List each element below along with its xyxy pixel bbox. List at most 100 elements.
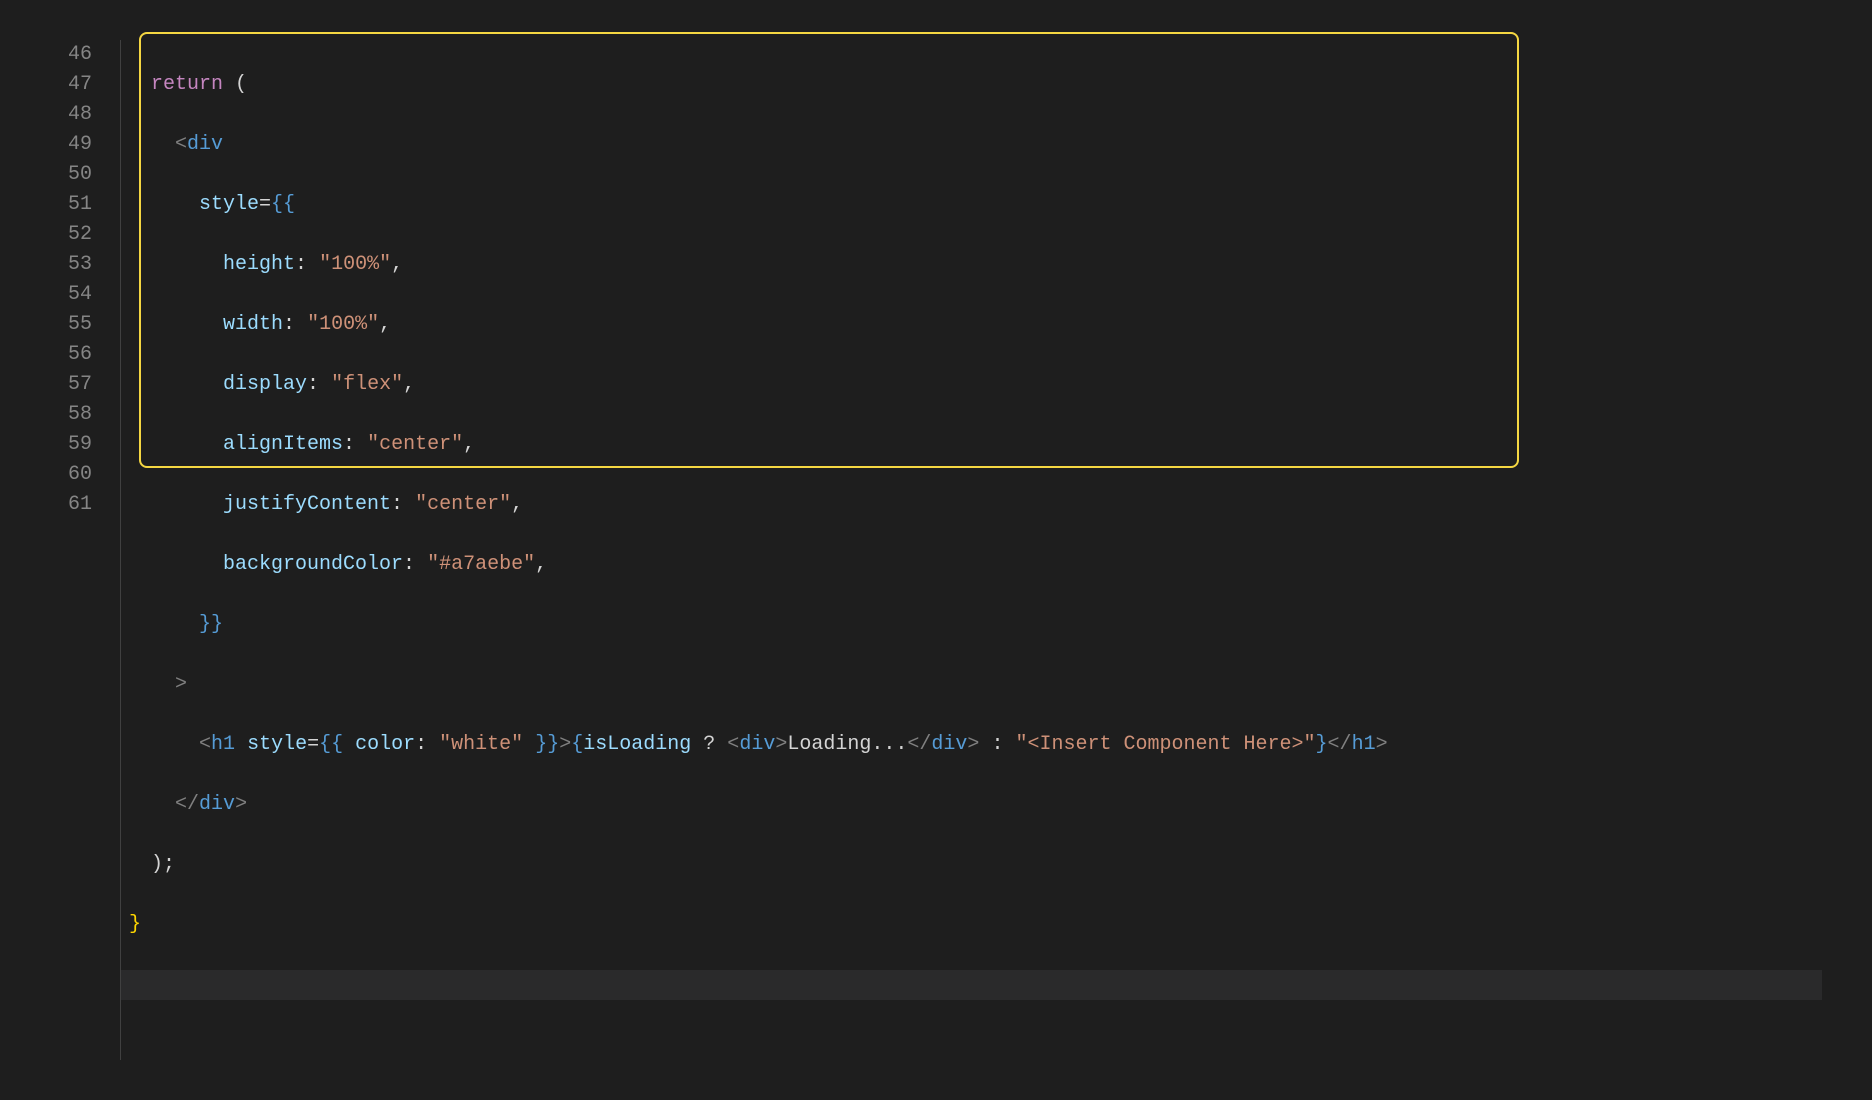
indent xyxy=(151,193,199,216)
line-number: 47 xyxy=(20,70,92,100)
jsx-double-brace-open: {{ xyxy=(319,733,343,756)
indent xyxy=(151,553,223,576)
line-number: 48 xyxy=(20,100,92,130)
jsx-attr-style: style xyxy=(247,733,307,756)
line-number: 52 xyxy=(20,220,92,250)
jsx-tag-div: div xyxy=(199,793,235,816)
code-content[interactable]: return ( <div style={{ height: "100%", w… xyxy=(121,40,1852,1060)
line-number: 51 xyxy=(20,190,92,220)
jsx-tag-div: div xyxy=(187,133,223,156)
angle-open: < xyxy=(907,733,919,756)
punct-eq: = xyxy=(307,733,319,756)
jsx-text-loading: Loading... xyxy=(787,733,907,756)
punct-lparen: ( xyxy=(223,73,247,96)
punct-comma: , xyxy=(511,493,523,516)
code-line[interactable]: </div> xyxy=(151,790,1852,820)
var-isLoading: isLoading xyxy=(583,733,691,756)
prop-color: color xyxy=(355,733,415,756)
string-literal: "100%" xyxy=(319,253,391,276)
line-number: 49 xyxy=(20,130,92,160)
slash: / xyxy=(1340,733,1352,756)
string-literal: "<Insert Component Here>" xyxy=(1015,733,1315,756)
indent xyxy=(151,433,223,456)
line-number: 57 xyxy=(20,370,92,400)
punct-comma: , xyxy=(379,313,391,336)
code-line[interactable]: }} xyxy=(151,610,1852,640)
indent xyxy=(151,793,175,816)
string-literal: "center" xyxy=(415,493,511,516)
prop-width: width xyxy=(223,313,283,336)
line-number: 46 xyxy=(20,40,92,70)
angle-close: > xyxy=(235,793,247,816)
punct-comma: , xyxy=(403,373,415,396)
code-line[interactable]: height: "100%", xyxy=(151,250,1852,280)
indent xyxy=(151,673,175,696)
angle-open: < xyxy=(175,793,187,816)
punct-colon: : xyxy=(403,553,415,576)
prop-alignItems: alignItems xyxy=(223,433,343,456)
jsx-tag-h1: h1 xyxy=(211,733,235,756)
prop-justifyContent: justifyContent xyxy=(223,493,391,516)
code-line[interactable]: ); xyxy=(151,850,1852,880)
code-line-empty[interactable] xyxy=(121,970,1822,1000)
angle-close: > xyxy=(775,733,787,756)
line-number-gutter: 46 47 48 49 50 51 52 53 54 55 56 57 58 5… xyxy=(20,40,120,1060)
angle-close: > xyxy=(559,733,571,756)
angle-close: > xyxy=(175,673,187,696)
code-line[interactable]: justifyContent: "center", xyxy=(151,490,1852,520)
line-number: 56 xyxy=(20,340,92,370)
angle-close: > xyxy=(1376,733,1388,756)
code-line[interactable]: style={{ xyxy=(151,190,1852,220)
punct-comma: , xyxy=(535,553,547,576)
indent xyxy=(151,733,199,756)
code-line[interactable]: > xyxy=(151,670,1852,700)
punct-colon: : xyxy=(283,313,295,336)
slash: / xyxy=(187,793,199,816)
code-area[interactable]: return ( <div style={{ height: "100%", w… xyxy=(120,40,1852,1060)
indent xyxy=(151,313,223,336)
indent xyxy=(151,613,199,636)
prop-display: display xyxy=(223,373,307,396)
punct-colon: : xyxy=(415,733,427,756)
jsx-tag-div: div xyxy=(739,733,775,756)
code-line[interactable]: alignItems: "center", xyxy=(151,430,1852,460)
indent xyxy=(151,133,175,156)
code-line[interactable]: <div xyxy=(151,130,1852,160)
punct-eq: = xyxy=(259,193,271,216)
punct-comma: , xyxy=(391,253,403,276)
angle-open: < xyxy=(175,133,187,156)
code-line[interactable]: <h1 style={{ color: "white" }}>{isLoadin… xyxy=(151,730,1852,760)
code-line[interactable]: backgroundColor: "#a7aebe", xyxy=(151,550,1852,580)
line-number: 50 xyxy=(20,160,92,190)
code-line[interactable]: display: "flex", xyxy=(151,370,1852,400)
jsx-double-brace-close: }} xyxy=(535,733,559,756)
indent xyxy=(151,493,223,516)
angle-close: > xyxy=(967,733,979,756)
code-editor[interactable]: 46 47 48 49 50 51 52 53 54 55 56 57 58 5… xyxy=(20,40,1852,1060)
punct-colon: : xyxy=(391,493,403,516)
code-line[interactable]: } xyxy=(121,910,1852,940)
ternary-colon: : xyxy=(979,733,1015,756)
keyword-return: return xyxy=(151,73,223,96)
jsx-expr-close: } xyxy=(1316,733,1328,756)
code-line[interactable]: return ( xyxy=(151,70,1852,100)
indent xyxy=(151,373,223,396)
punct-colon: : xyxy=(295,253,307,276)
string-literal: "#a7aebe" xyxy=(427,553,535,576)
ternary-qmark: ? xyxy=(691,733,727,756)
line-number: 61 xyxy=(20,490,92,520)
slash: / xyxy=(919,733,931,756)
jsx-double-brace-open: {{ xyxy=(271,193,295,216)
angle-open: < xyxy=(1328,733,1340,756)
string-literal: "flex" xyxy=(331,373,403,396)
jsx-attr-style: style xyxy=(199,193,259,216)
punct-colon: : xyxy=(343,433,355,456)
code-line[interactable]: width: "100%", xyxy=(151,310,1852,340)
punct-colon: : xyxy=(307,373,319,396)
jsx-tag-h1: h1 xyxy=(1352,733,1376,756)
prop-backgroundColor: backgroundColor xyxy=(223,553,403,576)
angle-open: < xyxy=(727,733,739,756)
string-literal: "white" xyxy=(439,733,523,756)
angle-open: < xyxy=(199,733,211,756)
line-number: 58 xyxy=(20,400,92,430)
